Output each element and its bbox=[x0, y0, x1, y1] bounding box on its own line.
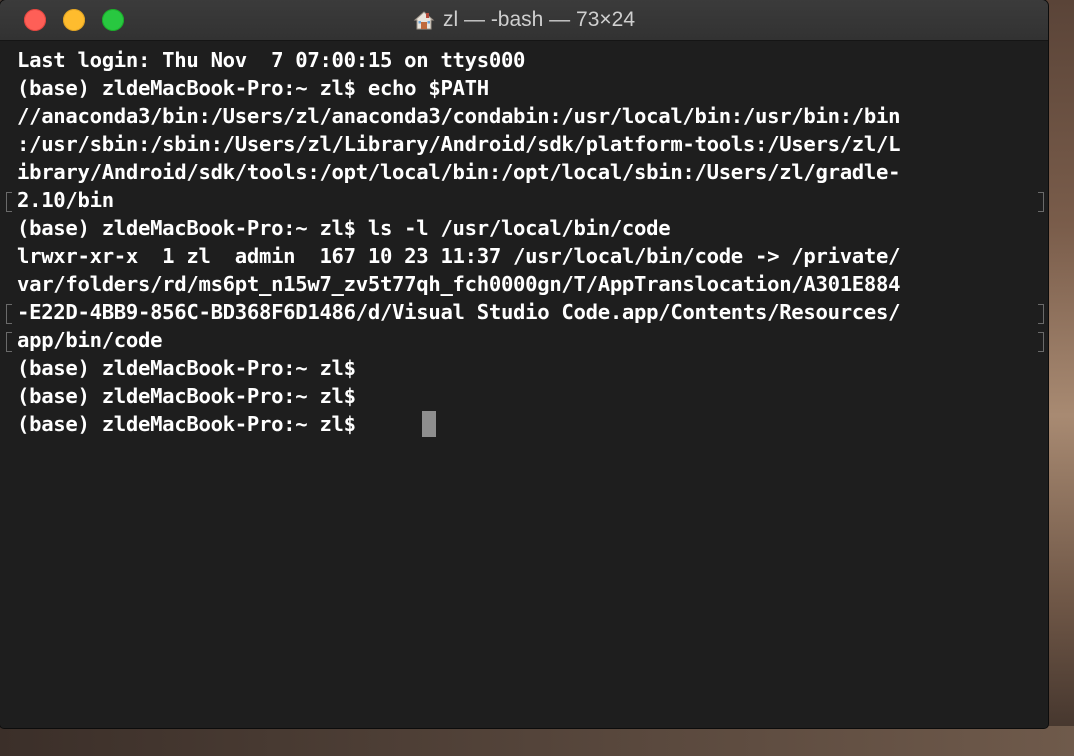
terminal-line: lrwxr-xr-x 1 zl admin 167 10 23 11:37 /u… bbox=[17, 244, 901, 268]
terminal-line: ibrary/Android/sdk/tools:/opt/local/bin:… bbox=[17, 160, 901, 184]
line-wrap-mark-left bbox=[6, 304, 12, 324]
title-bar[interactable]: zl — -bash — 73×24 bbox=[0, 0, 1048, 41]
line-wrap-mark-right bbox=[1038, 304, 1044, 324]
terminal-line: -E22D-4BB9-856C-BD368F6D1486/d/Visual St… bbox=[17, 300, 901, 324]
terminal-line: :/usr/sbin:/sbin:/Users/zl/Library/Andro… bbox=[17, 132, 901, 156]
terminal-content[interactable]: Last login: Thu Nov 7 07:00:15 on ttys00… bbox=[0, 41, 1048, 728]
terminal-line: (base) zldeMacBook-Pro:~ zl$ bbox=[17, 356, 368, 380]
text-cursor bbox=[422, 411, 436, 437]
desktop-wallpaper-bottom bbox=[0, 726, 1074, 756]
terminal-window: zl — -bash — 73×24 Last login: Thu Nov 7… bbox=[0, 0, 1048, 728]
terminal-line: (base) zldeMacBook-Pro:~ zl$ bbox=[17, 412, 368, 436]
desktop-wallpaper bbox=[1044, 0, 1074, 756]
terminal-line: app/bin/code bbox=[17, 328, 163, 352]
line-wrap-mark-right bbox=[1038, 332, 1044, 352]
window-title-text: zl — -bash — 73×24 bbox=[442, 8, 635, 31]
home-folder-icon bbox=[413, 11, 435, 30]
terminal-line: 2.10/bin bbox=[17, 188, 114, 212]
terminal-line: (base) zldeMacBook-Pro:~ zl$ ls -l /usr/… bbox=[17, 216, 671, 240]
line-wrap-mark-right bbox=[1038, 192, 1044, 212]
terminal-line: var/folders/rd/ms6pt_n15w7_zv5t77qh_fch0… bbox=[17, 272, 901, 296]
terminal-line: (base) zldeMacBook-Pro:~ zl$ echo $PATH bbox=[17, 76, 489, 100]
line-wrap-mark-left bbox=[6, 332, 12, 352]
terminal-line: Last login: Thu Nov 7 07:00:15 on ttys00… bbox=[17, 48, 526, 72]
terminal-line: (base) zldeMacBook-Pro:~ zl$ bbox=[17, 384, 368, 408]
line-wrap-mark-left bbox=[6, 192, 12, 212]
terminal-line: //anaconda3/bin:/Users/zl/anaconda3/cond… bbox=[17, 104, 901, 128]
window-title: zl — -bash — 73×24 bbox=[0, 0, 1048, 40]
